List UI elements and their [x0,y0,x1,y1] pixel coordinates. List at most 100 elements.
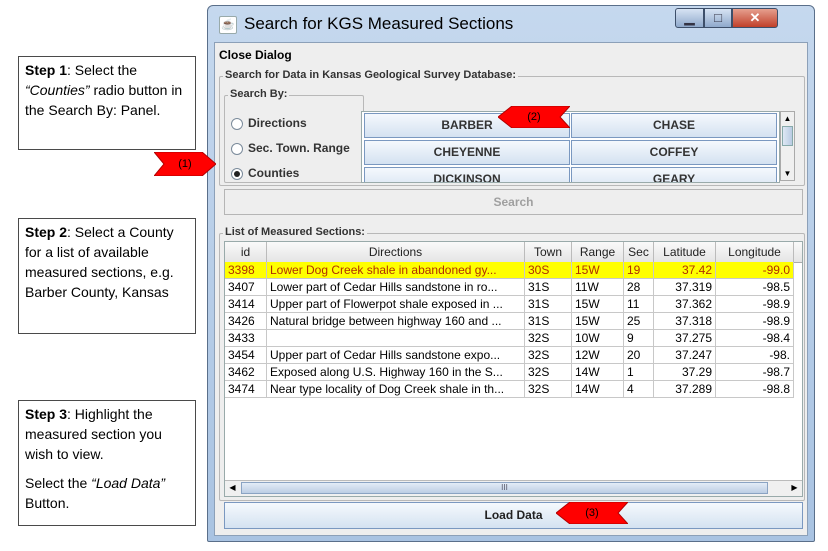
table-cell-directions: Lower part of Cedar Hills sandstone in r… [267,279,525,296]
table-cell-directions [267,330,525,347]
county-label: GEARY [652,172,696,183]
scroll-thumb-horizontal[interactable]: III [241,482,768,494]
table-cell-latitude: 37.42 [654,262,716,279]
col-town[interactable]: Town [525,242,572,262]
table-horizontal-scrollbar[interactable]: ◀ III ▶ [225,480,802,496]
table-row[interactable]: 3426 Natural bridge between highway 160 a… [225,313,802,330]
county-button-dickinson[interactable]: DICKINSON [364,167,570,182]
searchby-label: Search By: [228,88,290,100]
callout-2-label: (2) [527,111,541,123]
county-button-chase[interactable]: CHASE [571,113,777,138]
county-label: COFFEY [649,145,699,159]
table-cell-town: 31S [525,313,572,330]
scroll-down-icon[interactable]: ▼ [781,167,794,180]
col-id[interactable]: id [225,242,267,262]
radio-selected-icon [231,167,243,180]
radio-circle-icon [231,117,243,130]
table-cell-town: 32S [525,347,572,364]
county-button-coffey[interactable]: COFFEY [571,140,777,165]
table-cell-range: 12W [572,347,624,364]
load-data-button[interactable]: Load Data [224,502,803,529]
table-cell-id: 3433 [225,330,267,347]
database-group-label: Search for Data in Kansas Geological Sur… [223,69,519,81]
table-cell-id: 3454 [225,347,267,364]
county-scrollbar[interactable]: ▲ ▼ [780,111,795,181]
table-row[interactable]: 3433 32S 10W 9 37.275 -98.4 [225,330,802,347]
table-cell-sec: 20 [624,347,654,364]
table-cell-id: 3462 [225,364,267,381]
close-dialog-menu[interactable]: Close Dialog [219,48,292,62]
table-cell-longitude: -98.9 [716,296,794,313]
table-row[interactable]: 3414 Upper part of Flowerpot shale expose… [225,296,802,313]
table-cell-directions: Upper part of Cedar Hills sandstone expo… [267,347,525,364]
scroll-thumb[interactable] [782,126,793,146]
step3-label: Step 3 [25,406,68,422]
step1-italic: “Counties” [25,82,90,98]
table-cell-longitude: -98.9 [716,313,794,330]
table-cell-longitude: -98.4 [716,330,794,347]
table-cell-directions: Natural bridge between highway 160 and .… [267,313,525,330]
callout-1-arrow: (1) [152,151,217,177]
table-row[interactable]: 3454 Upper part of Cedar Hills sandstone … [225,347,802,364]
close-button[interactable]: ✕ [732,8,778,28]
callout-3-arrow: (3) [555,501,630,525]
step3-text2: Select the [25,475,92,491]
title-bar[interactable]: ☕ Search for KGS Measured Sections ▁ □ ✕ [208,6,814,42]
callout-1-label: (1) [178,158,192,170]
table-row[interactable]: 3474 Near type locality of Dog Creek shal… [225,381,802,398]
table-row[interactable]: 3462 Exposed along U.S. Highway 160 in th… [225,364,802,381]
table-cell-sec: 9 [624,330,654,347]
county-label: CHEYENNE [433,145,501,159]
radio-directions[interactable]: Directions [231,116,307,132]
scroll-up-icon[interactable]: ▲ [781,112,794,125]
county-label: CHASE [652,118,695,132]
callout-2-arrow: (2) [497,105,572,129]
table-cell-directions: Lower Dog Creek shale in abandoned gy... [267,262,525,279]
table-cell-longitude: -98.7 [716,364,794,381]
col-latitude[interactable]: Latitude [654,242,716,262]
table-cell-id: 3474 [225,381,267,398]
radio-counties-label: Counties [248,166,300,180]
table-cell-id: 3407 [225,279,267,296]
table-cell-latitude: 37.289 [654,381,716,398]
county-button-cheyenne[interactable]: CHEYENNE [364,140,570,165]
table-cell-range: 11W [572,279,624,296]
table-cell-town: 32S [525,364,572,381]
table-cell-range: 15W [572,296,624,313]
table-header: id Directions Town Range Sec Latitude Lo… [225,242,802,263]
radio-sec-town-range[interactable]: Sec. Town. Range [231,141,350,157]
table-cell-range: 15W [572,262,624,279]
maximize-button[interactable]: □ [704,8,732,28]
step1-label: Step 1 [25,62,68,78]
table-cell-town: 32S [525,381,572,398]
table-cell-longitude: -99.0 [716,262,794,279]
col-directions[interactable]: Directions [267,242,525,262]
search-button[interactable]: Search [224,189,803,215]
table-cell-range: 14W [572,381,624,398]
radio-counties[interactable]: Counties [231,166,299,182]
table-cell-directions: Near type locality of Dog Creek shale in… [267,381,525,398]
step3-note: Step 3: Highlight the measured section y… [18,400,196,526]
table-cell-sec: 1 [624,364,654,381]
table-cell-latitude: 37.275 [654,330,716,347]
step1-text: : Select the [67,62,138,78]
table-cell-sec: 19 [624,262,654,279]
minimize-button[interactable]: ▁ [675,8,704,28]
table-cell-town: 30S [525,262,572,279]
county-button-geary[interactable]: GEARY [571,167,777,183]
callout-3-label: (3) [585,507,599,519]
col-range[interactable]: Range [572,242,624,262]
table-cell-longitude: -98.5 [716,279,794,296]
menu-bar: Close Dialog [215,43,807,65]
step2-label: Step 2 [25,224,68,240]
table-cell-latitude: 37.319 [654,279,716,296]
step2-note: Step 2: Select a County for a list of av… [18,218,196,334]
table-row[interactable]: 3398 Lower Dog Creek shale in abandoned g… [225,262,802,279]
col-longitude[interactable]: Longitude [716,242,794,262]
table-cell-town: 31S [525,279,572,296]
scroll-left-icon[interactable]: ◀ [225,481,240,495]
scroll-right-icon[interactable]: ▶ [787,481,802,495]
table-cell-directions: Upper part of Flowerpot shale exposed in… [267,296,525,313]
table-row[interactable]: 3407 Lower part of Cedar Hills sandstone … [225,279,802,296]
col-sec[interactable]: Sec [624,242,654,262]
